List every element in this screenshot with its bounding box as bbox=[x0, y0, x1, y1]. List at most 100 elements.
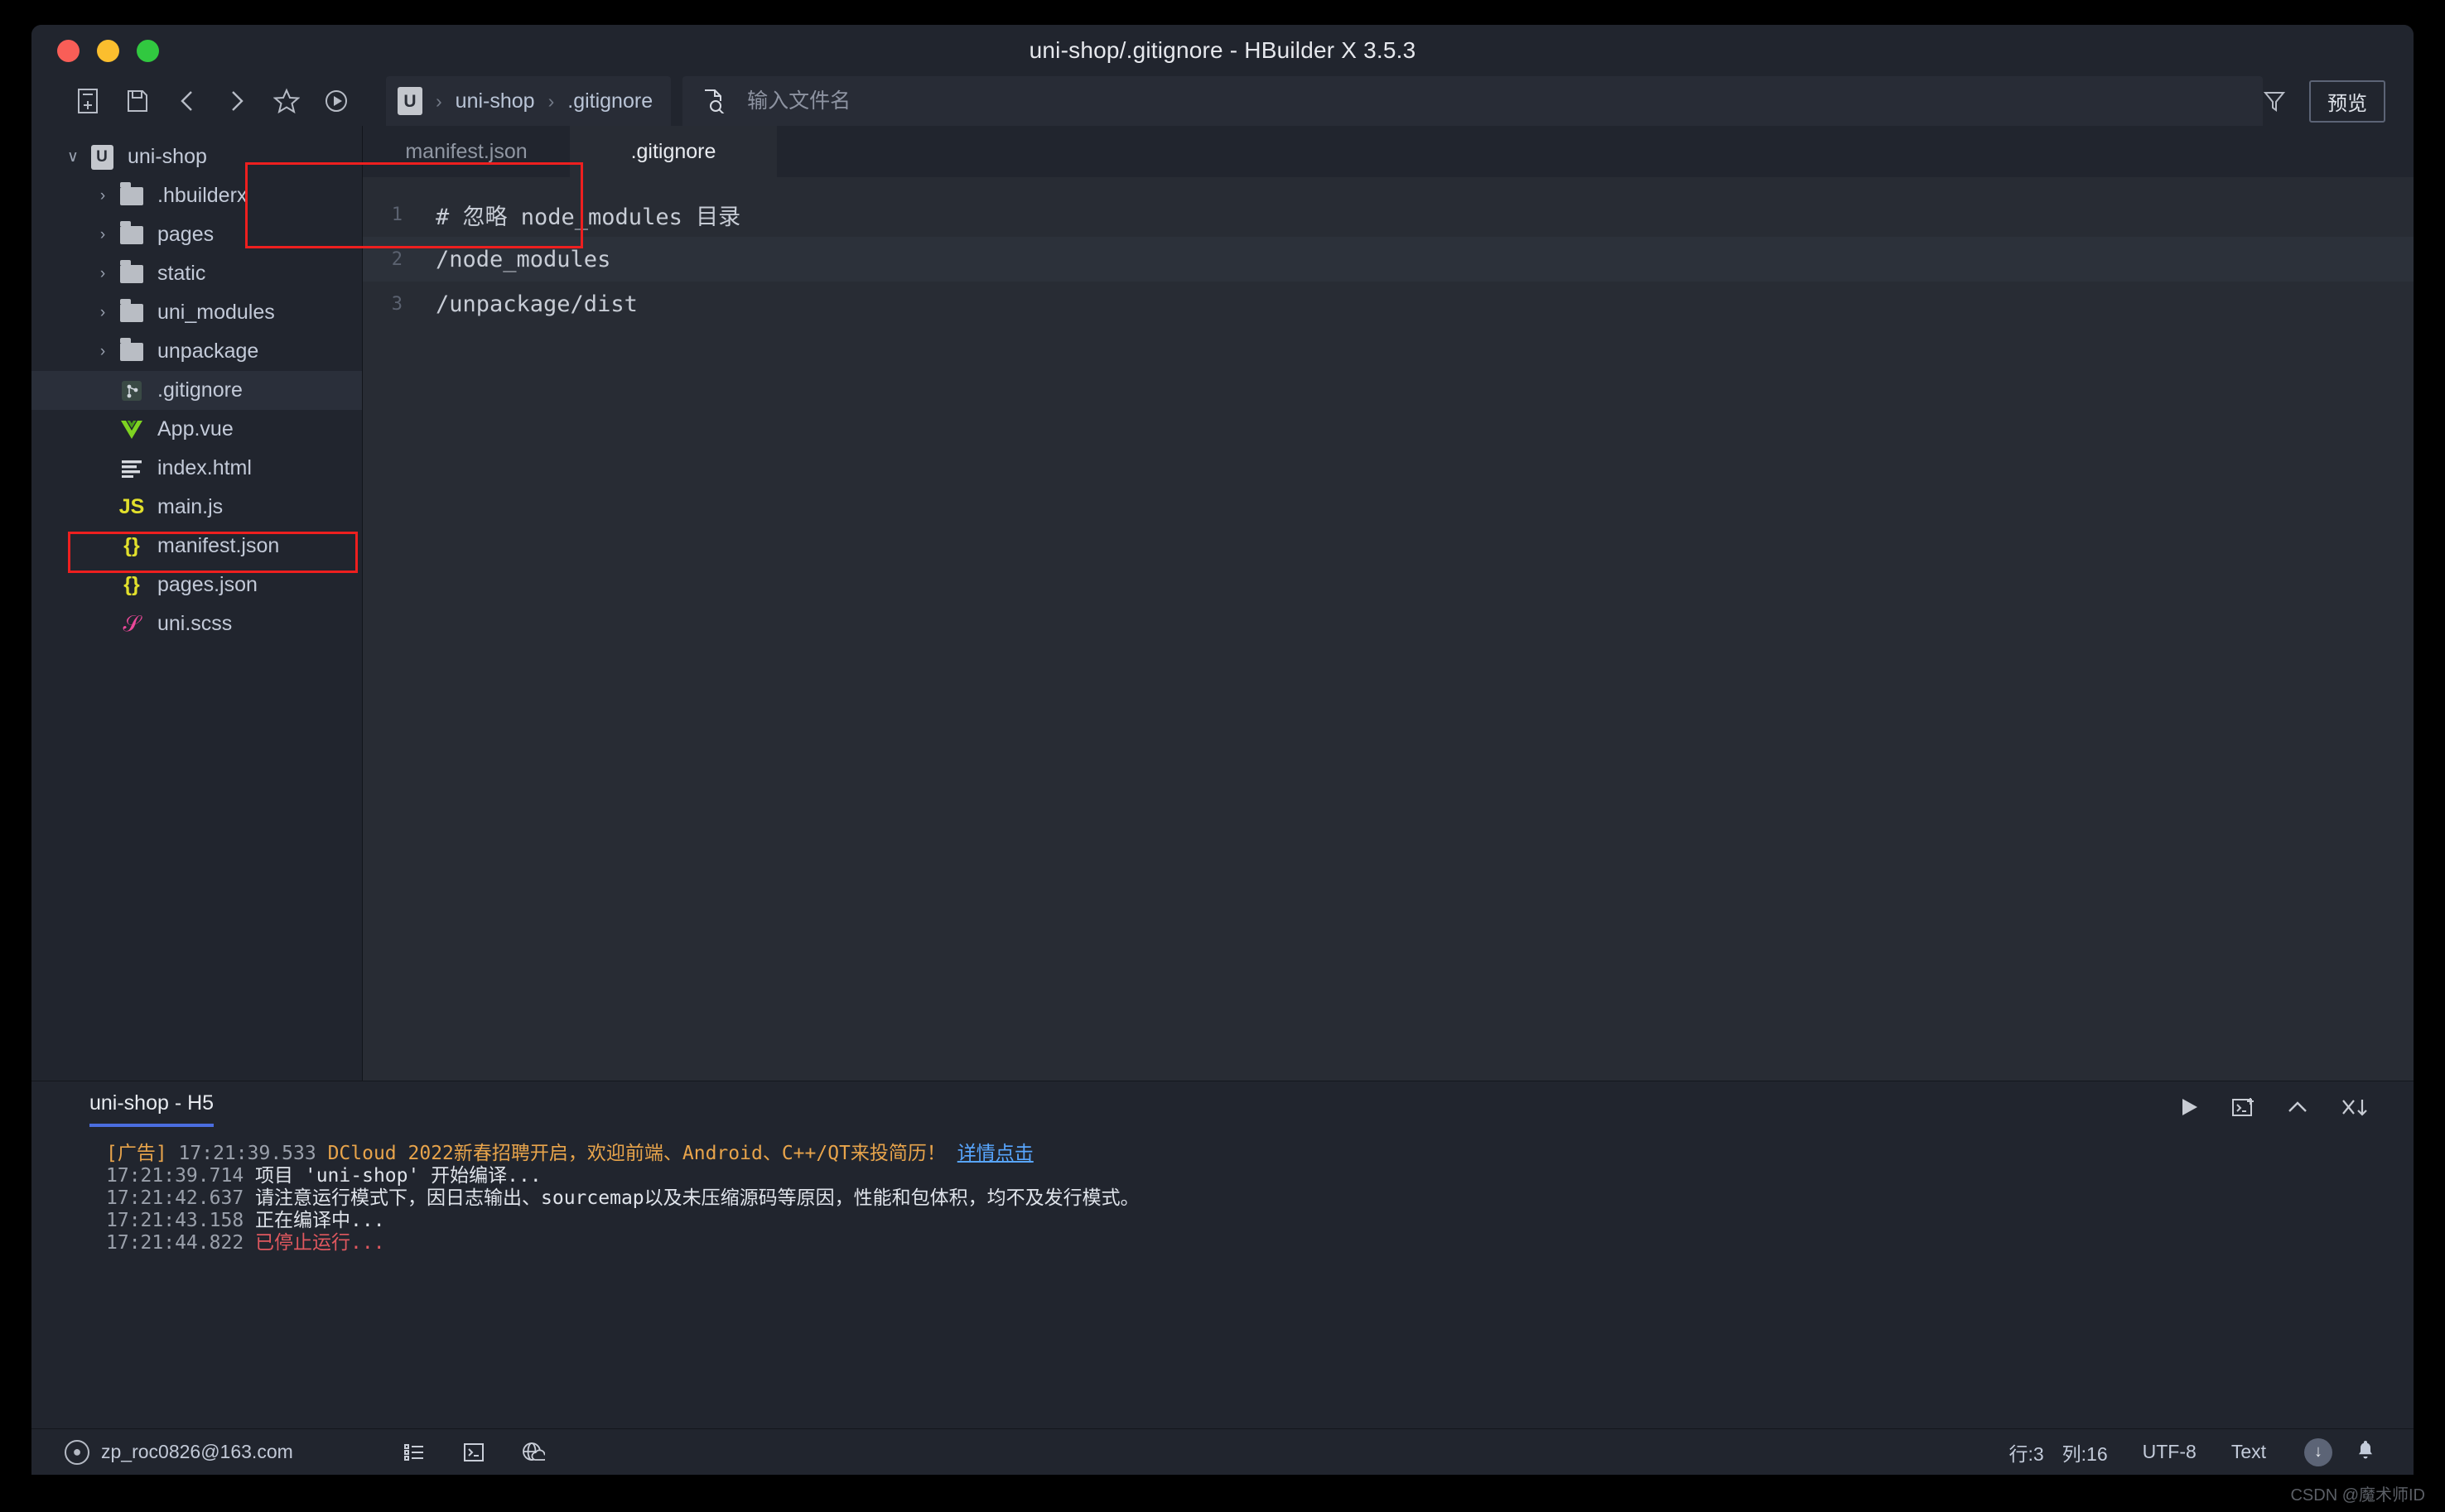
window-controls bbox=[57, 39, 159, 62]
project-icon: U bbox=[84, 144, 119, 170]
log-link-detail[interactable]: 详情点击 bbox=[957, 1143, 1034, 1164]
sidebar-item-label: uni.scss bbox=[157, 612, 233, 635]
sidebar-item-uni-scss[interactable]: 𝒮 uni.scss bbox=[31, 604, 362, 643]
encoding-label[interactable]: UTF-8 bbox=[2143, 1441, 2197, 1463]
sidebar-item-gitignore[interactable]: .gitignore bbox=[31, 371, 362, 410]
favorite-star-icon[interactable] bbox=[262, 81, 311, 121]
body-area: ∨ U uni-shop › .hbuilderx › pages › stat… bbox=[31, 126, 2414, 1081]
chevron-right-icon[interactable]: › bbox=[91, 343, 114, 361]
breadcrumb-separator-2: › bbox=[547, 89, 555, 112]
sidebar-item-label: pages.json bbox=[157, 573, 258, 596]
outline-list-icon[interactable] bbox=[384, 1442, 444, 1462]
folder-icon bbox=[114, 220, 149, 244]
download-icon[interactable]: ↓ bbox=[2304, 1437, 2332, 1466]
chevron-right-icon[interactable]: › bbox=[91, 226, 114, 244]
zoom-button[interactable] bbox=[137, 39, 159, 62]
line-text: /node_modules bbox=[436, 246, 611, 272]
html-file-icon bbox=[114, 459, 149, 479]
new-file-icon[interactable] bbox=[63, 81, 113, 121]
main-toolbar: U › uni-shop › .gitignore 预览 bbox=[31, 76, 2414, 126]
log-line: 17:21:39.714 项目 'uni-shop' 开始编译... bbox=[106, 1165, 2414, 1187]
code-line: 2 /node_modules bbox=[363, 237, 2414, 282]
chevron-right-icon[interactable]: › bbox=[91, 265, 114, 283]
sidebar-item-pages-json[interactable]: {} pages.json bbox=[31, 566, 362, 604]
sidebar-item-unpackage[interactable]: › unpackage bbox=[31, 332, 362, 371]
avatar[interactable]: ● bbox=[65, 1439, 89, 1465]
line-number: 2 bbox=[391, 248, 403, 270]
sidebar-item-label: uni_modules bbox=[157, 301, 275, 324]
log-line-ad: [广告] 17:21:39.533 DCloud 2022新春招聘开启，欢迎前端… bbox=[106, 1143, 2414, 1165]
cloud-globe-icon[interactable] bbox=[504, 1442, 563, 1463]
sidebar-item-hbuilderx[interactable]: › .hbuilderx bbox=[31, 176, 362, 215]
preview-button[interactable]: 预览 bbox=[2309, 79, 2385, 123]
console-tab-uni-shop-h5[interactable]: uni-shop - H5 bbox=[89, 1091, 215, 1127]
project-explorer: ∨ U uni-shop › .hbuilderx › pages › stat… bbox=[31, 126, 363, 1081]
folder-icon bbox=[114, 259, 149, 283]
console-output[interactable]: [广告] 17:21:39.533 DCloud 2022新春招聘开启，欢迎前端… bbox=[31, 1136, 2414, 1428]
sidebar-item-label: main.js bbox=[157, 495, 224, 518]
chevron-down-icon[interactable]: ∨ bbox=[61, 147, 84, 166]
line-text: # 忽略 node_modules 目录 bbox=[436, 204, 741, 230]
log-message: 请注意运行模式下，因日志输出、sourcemap以及未压缩源码等原因，性能和包体… bbox=[244, 1187, 1140, 1209]
close-button[interactable] bbox=[57, 39, 80, 62]
run-icon[interactable] bbox=[2178, 1096, 2200, 1122]
breadcrumb-project[interactable]: uni-shop bbox=[456, 89, 535, 113]
status-right-group: 行:3 列:16 UTF-8 Text ↓ bbox=[1974, 1437, 2414, 1466]
cursor-column: 列:16 bbox=[2062, 1442, 2108, 1465]
sidebar-item-label: manifest.json bbox=[157, 534, 280, 557]
close-all-icon[interactable] bbox=[2341, 1096, 2369, 1122]
filetype-label[interactable]: Text bbox=[2231, 1441, 2266, 1463]
sidebar-item-pages[interactable]: › pages bbox=[31, 215, 362, 254]
code-editor[interactable]: 1 # 忽略 node_modules 目录 2 /node_modules 3… bbox=[245, 162, 2414, 1081]
sidebar-item-uni-modules[interactable]: › uni_modules bbox=[31, 293, 362, 332]
console-header: uni-shop - H5 bbox=[31, 1081, 2414, 1136]
terminal-icon[interactable] bbox=[444, 1442, 504, 1462]
sidebar-item-static[interactable]: › static bbox=[31, 254, 362, 293]
back-icon[interactable] bbox=[162, 81, 212, 121]
log-prefix: [广告] bbox=[106, 1143, 179, 1164]
funnel-icon[interactable] bbox=[2263, 89, 2286, 113]
bell-icon[interactable] bbox=[2356, 1439, 2375, 1466]
log-timestamp: 17:21:42.637 bbox=[106, 1187, 244, 1209]
scss-file-icon: 𝒮 bbox=[123, 610, 141, 636]
folder-icon bbox=[114, 181, 149, 205]
collapse-panel-icon[interactable] bbox=[2286, 1098, 2309, 1120]
sidebar-item-manifest-json[interactable]: {} manifest.json bbox=[31, 527, 362, 566]
chevron-right-icon[interactable]: › bbox=[91, 304, 114, 322]
file-search-icon bbox=[702, 89, 726, 113]
sidebar-item-label: uni-shop bbox=[128, 145, 207, 168]
sidebar-item-app-vue[interactable]: App.vue bbox=[31, 410, 362, 449]
code-line: 1 # 忽略 node_modules 目录 bbox=[363, 192, 2414, 237]
sidebar-item-index-html[interactable]: index.html bbox=[31, 449, 362, 488]
breadcrumb-file[interactable]: .gitignore bbox=[567, 89, 653, 113]
log-message: 已停止运行... bbox=[244, 1232, 385, 1254]
file-search-bar[interactable] bbox=[682, 76, 2263, 126]
sidebar-item-label: unpackage bbox=[157, 339, 259, 363]
minimize-button[interactable] bbox=[97, 39, 119, 62]
window-title: uni-shop/.gitignore - HBuilder X 3.5.3 bbox=[1029, 37, 1416, 63]
json-file-icon: {} bbox=[123, 534, 140, 557]
log-message: 项目 'uni-shop' 开始编译... bbox=[244, 1165, 542, 1187]
breadcrumb[interactable]: U › uni-shop › .gitignore bbox=[386, 76, 672, 126]
status-bar: ● zp_roc0826@163.com 行:3 列:16 UTF-8 Text… bbox=[31, 1428, 2414, 1475]
folder-icon bbox=[114, 298, 149, 322]
sidebar-item-label: pages bbox=[157, 223, 215, 246]
log-line: 17:21:42.637 请注意运行模式下，因日志输出、sourcemap以及未… bbox=[106, 1187, 2414, 1210]
log-timestamp: 17:21:39.533 bbox=[178, 1143, 316, 1164]
vue-file-icon bbox=[114, 419, 149, 441]
account-email[interactable]: zp_roc0826@163.com bbox=[101, 1441, 293, 1463]
sidebar-item-label: static bbox=[157, 262, 206, 285]
chevron-right-icon[interactable]: › bbox=[91, 187, 114, 205]
sidebar-item-uni-shop[interactable]: ∨ U uni-shop bbox=[31, 137, 362, 176]
forward-icon[interactable] bbox=[212, 81, 262, 121]
app-window: uni-shop/.gitignore - HBuilder X 3.5.3 U… bbox=[31, 25, 2414, 1475]
save-icon[interactable] bbox=[113, 81, 162, 121]
log-message: 正在编译中... bbox=[244, 1210, 385, 1231]
sidebar-item-main-js[interactable]: JS main.js bbox=[31, 488, 362, 527]
file-search-input[interactable] bbox=[747, 89, 1245, 113]
run-icon[interactable] bbox=[311, 81, 361, 121]
new-terminal-icon[interactable] bbox=[2231, 1096, 2255, 1122]
tab-manifest-json[interactable]: manifest.json bbox=[363, 126, 570, 177]
tab-gitignore[interactable]: .gitignore bbox=[570, 126, 777, 177]
log-timestamp: 17:21:39.714 bbox=[106, 1165, 244, 1187]
